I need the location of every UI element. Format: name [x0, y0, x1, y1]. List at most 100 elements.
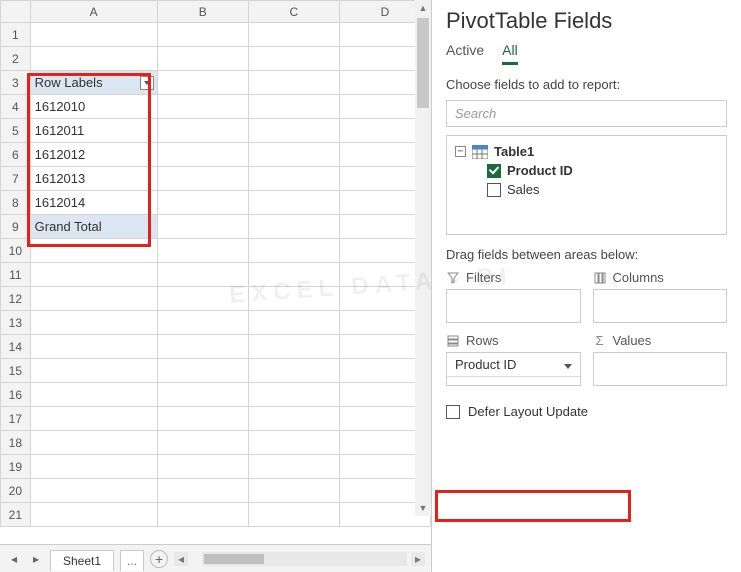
cell[interactable] — [157, 239, 248, 263]
row-header[interactable]: 21 — [1, 503, 31, 527]
cell[interactable] — [248, 23, 339, 47]
defer-checkbox[interactable] — [446, 405, 460, 419]
pivot-row-labels-header[interactable]: Row Labels — [30, 71, 157, 95]
row-header[interactable]: 7 — [1, 167, 31, 191]
cell[interactable] — [248, 215, 339, 239]
row-header[interactable]: 12 — [1, 287, 31, 311]
pivot-value-cell[interactable]: 1612014 — [30, 191, 157, 215]
cell[interactable] — [157, 47, 248, 71]
row-header[interactable]: 15 — [1, 359, 31, 383]
cell[interactable] — [248, 359, 339, 383]
row-header[interactable]: 13 — [1, 311, 31, 335]
cell[interactable] — [157, 95, 248, 119]
cell[interactable] — [248, 503, 339, 527]
cell[interactable] — [157, 455, 248, 479]
scroll-thumb[interactable] — [417, 18, 429, 108]
row-header[interactable]: 20 — [1, 479, 31, 503]
cell[interactable] — [30, 23, 157, 47]
pivot-value-cell[interactable]: 1612012 — [30, 143, 157, 167]
row-header[interactable]: 11 — [1, 263, 31, 287]
cell[interactable] — [30, 407, 157, 431]
row-header[interactable]: 9 — [1, 215, 31, 239]
col-header-a[interactable]: A — [30, 1, 157, 23]
pivot-filter-dropdown-icon[interactable] — [140, 76, 154, 90]
tab-active-label[interactable]: Active — [446, 42, 484, 65]
cell[interactable] — [248, 95, 339, 119]
cell[interactable] — [30, 263, 157, 287]
row-header[interactable]: 4 — [1, 95, 31, 119]
row-header[interactable]: 1 — [1, 23, 31, 47]
row-header[interactable]: 19 — [1, 455, 31, 479]
cell[interactable] — [30, 311, 157, 335]
cell[interactable] — [248, 47, 339, 71]
cell[interactable] — [248, 287, 339, 311]
cell[interactable] — [157, 503, 248, 527]
values-dropzone[interactable] — [593, 352, 728, 386]
row-header[interactable]: 6 — [1, 143, 31, 167]
col-header-c[interactable]: C — [248, 1, 339, 23]
col-header-b[interactable]: B — [157, 1, 248, 23]
row-header[interactable]: 5 — [1, 119, 31, 143]
row-header[interactable]: 14 — [1, 335, 31, 359]
cell[interactable] — [248, 383, 339, 407]
cell[interactable] — [157, 359, 248, 383]
hscroll-left-icon[interactable]: ◂ — [174, 552, 188, 566]
cell[interactable] — [30, 431, 157, 455]
cell[interactable] — [248, 143, 339, 167]
cell[interactable] — [248, 71, 339, 95]
pivot-grand-total[interactable]: Grand Total — [30, 215, 157, 239]
cell[interactable] — [248, 119, 339, 143]
chevron-down-icon[interactable] — [564, 357, 572, 372]
sheet-nav-next-icon[interactable]: ▸ — [28, 550, 44, 568]
field-checkbox[interactable] — [487, 164, 501, 178]
table-node[interactable]: − Table1 — [453, 142, 720, 161]
cell[interactable] — [157, 479, 248, 503]
filters-dropzone[interactable] — [446, 289, 581, 323]
collapse-icon[interactable]: − — [455, 146, 466, 157]
cell[interactable] — [248, 191, 339, 215]
row-header[interactable]: 16 — [1, 383, 31, 407]
cell[interactable] — [30, 47, 157, 71]
field-item[interactable]: Sales — [453, 180, 720, 199]
cell[interactable] — [30, 287, 157, 311]
cell[interactable] — [157, 71, 248, 95]
vertical-scrollbar[interactable]: ▲ ▼ — [415, 0, 431, 516]
columns-dropzone[interactable] — [593, 289, 728, 323]
rows-dropzone[interactable]: Product ID — [446, 352, 581, 386]
row-header[interactable]: 18 — [1, 431, 31, 455]
cell[interactable] — [248, 479, 339, 503]
cell[interactable] — [248, 455, 339, 479]
row-header[interactable]: 3 — [1, 71, 31, 95]
cell[interactable] — [248, 239, 339, 263]
cell[interactable] — [157, 215, 248, 239]
filters-area[interactable]: Filters — [446, 270, 581, 323]
select-all-corner[interactable] — [1, 1, 31, 23]
cell[interactable] — [157, 119, 248, 143]
sheet-tab-active[interactable]: Sheet1 — [50, 550, 114, 571]
values-area[interactable]: Σ Values — [593, 333, 728, 386]
cell[interactable] — [30, 359, 157, 383]
cell[interactable] — [157, 143, 248, 167]
row-header[interactable]: 8 — [1, 191, 31, 215]
sheet-tab-more[interactable]: ... — [120, 550, 144, 571]
cell[interactable] — [157, 191, 248, 215]
row-header[interactable]: 10 — [1, 239, 31, 263]
tab-all-label[interactable]: All — [502, 42, 518, 65]
cell[interactable] — [248, 407, 339, 431]
field-search-input[interactable]: Search — [446, 100, 727, 127]
scroll-down-icon[interactable]: ▼ — [415, 500, 431, 516]
cell[interactable] — [157, 311, 248, 335]
row-header[interactable]: 2 — [1, 47, 31, 71]
cell[interactable] — [30, 383, 157, 407]
cell[interactable] — [157, 23, 248, 47]
hscroll-right-icon[interactable]: ▸ — [411, 552, 425, 566]
row-header[interactable]: 17 — [1, 407, 31, 431]
hscroll-thumb[interactable] — [204, 554, 264, 564]
cell[interactable] — [157, 431, 248, 455]
cell[interactable] — [30, 479, 157, 503]
field-item[interactable]: Product ID — [453, 161, 720, 180]
cell[interactable] — [248, 311, 339, 335]
cell[interactable] — [157, 407, 248, 431]
pivot-value-cell[interactable]: 1612011 — [30, 119, 157, 143]
add-sheet-button[interactable]: + — [150, 550, 168, 568]
